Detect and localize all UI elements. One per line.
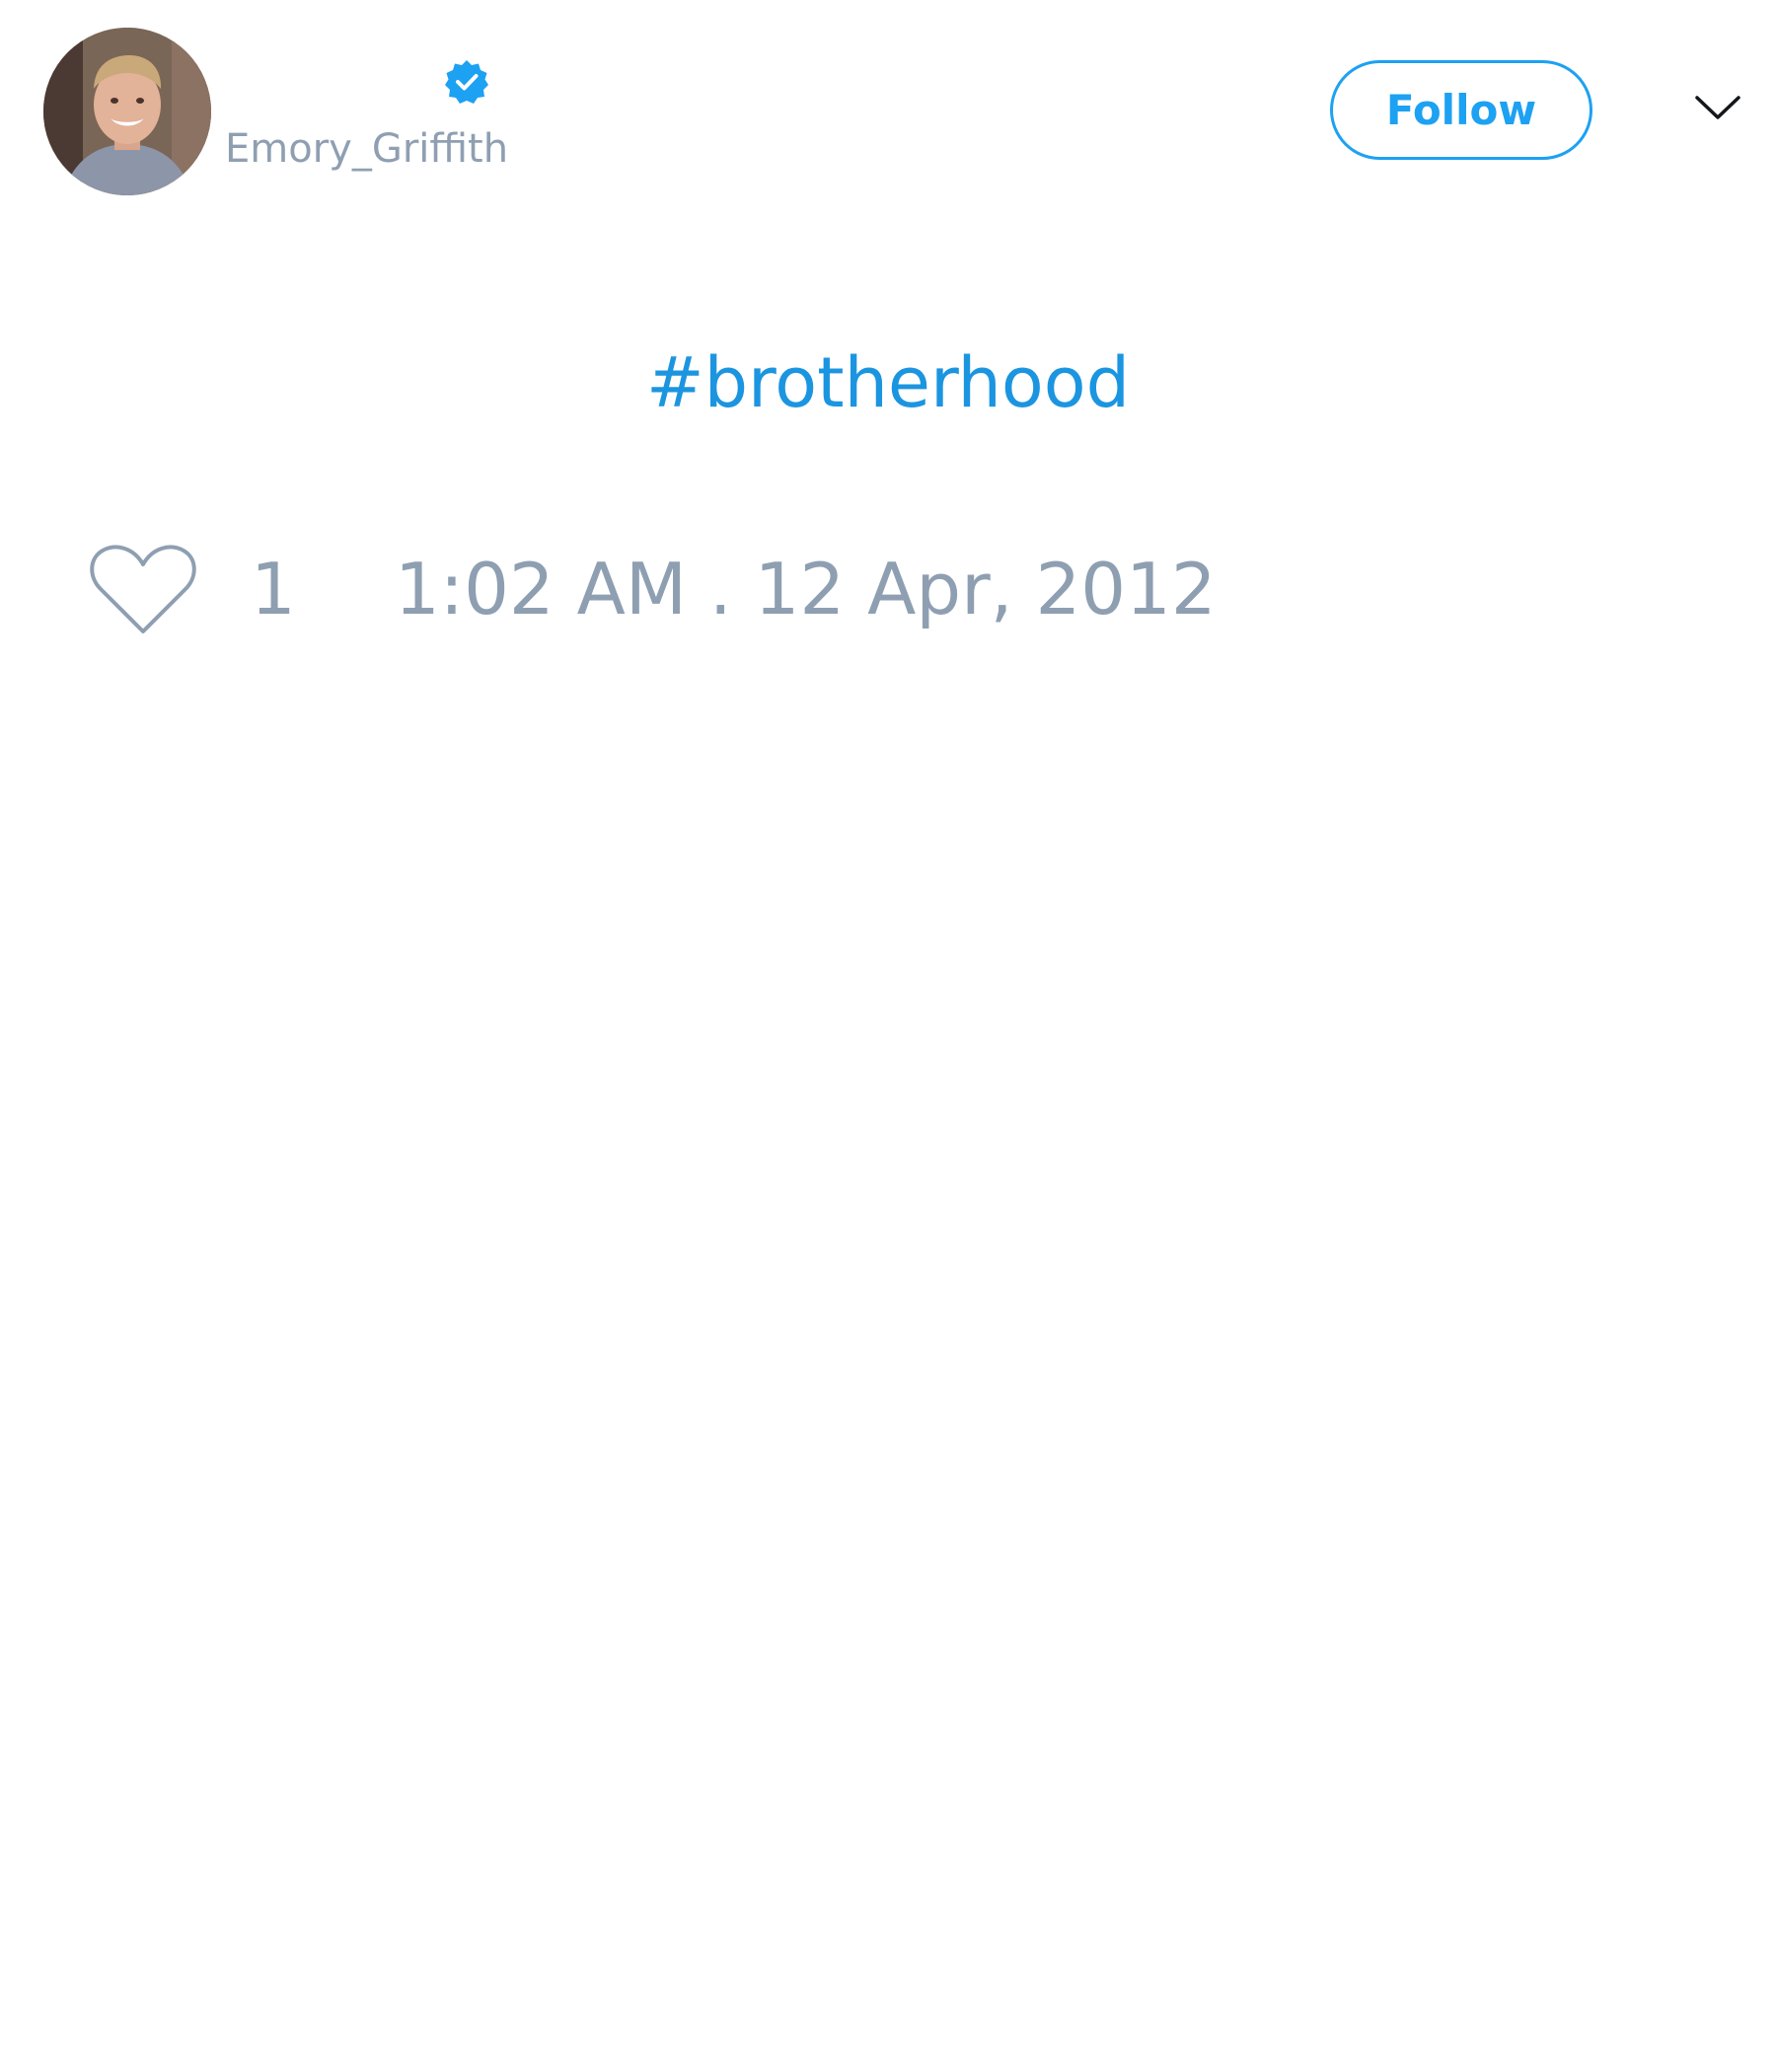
tweet-card: Emory_Griffith Follow #brotherhood 1 1:0… — [0, 0, 1776, 2072]
verified-badge-icon — [445, 60, 488, 104]
avatar-photo — [43, 28, 211, 195]
tweet-text: #brotherhood — [0, 335, 1776, 430]
follow-button[interactable]: Follow — [1330, 60, 1592, 160]
tweet-timestamp[interactable]: 1:02 AM . 12 Apr, 2012 — [395, 547, 1217, 631]
avatar[interactable] — [43, 28, 211, 195]
user-handle[interactable]: Emory_Griffith — [225, 126, 508, 172]
heart-icon[interactable] — [89, 543, 197, 637]
chevron-down-icon[interactable] — [1693, 91, 1742, 124]
like-count: 1 — [251, 548, 296, 630]
hashtag-link[interactable]: #brotherhood — [646, 342, 1130, 423]
